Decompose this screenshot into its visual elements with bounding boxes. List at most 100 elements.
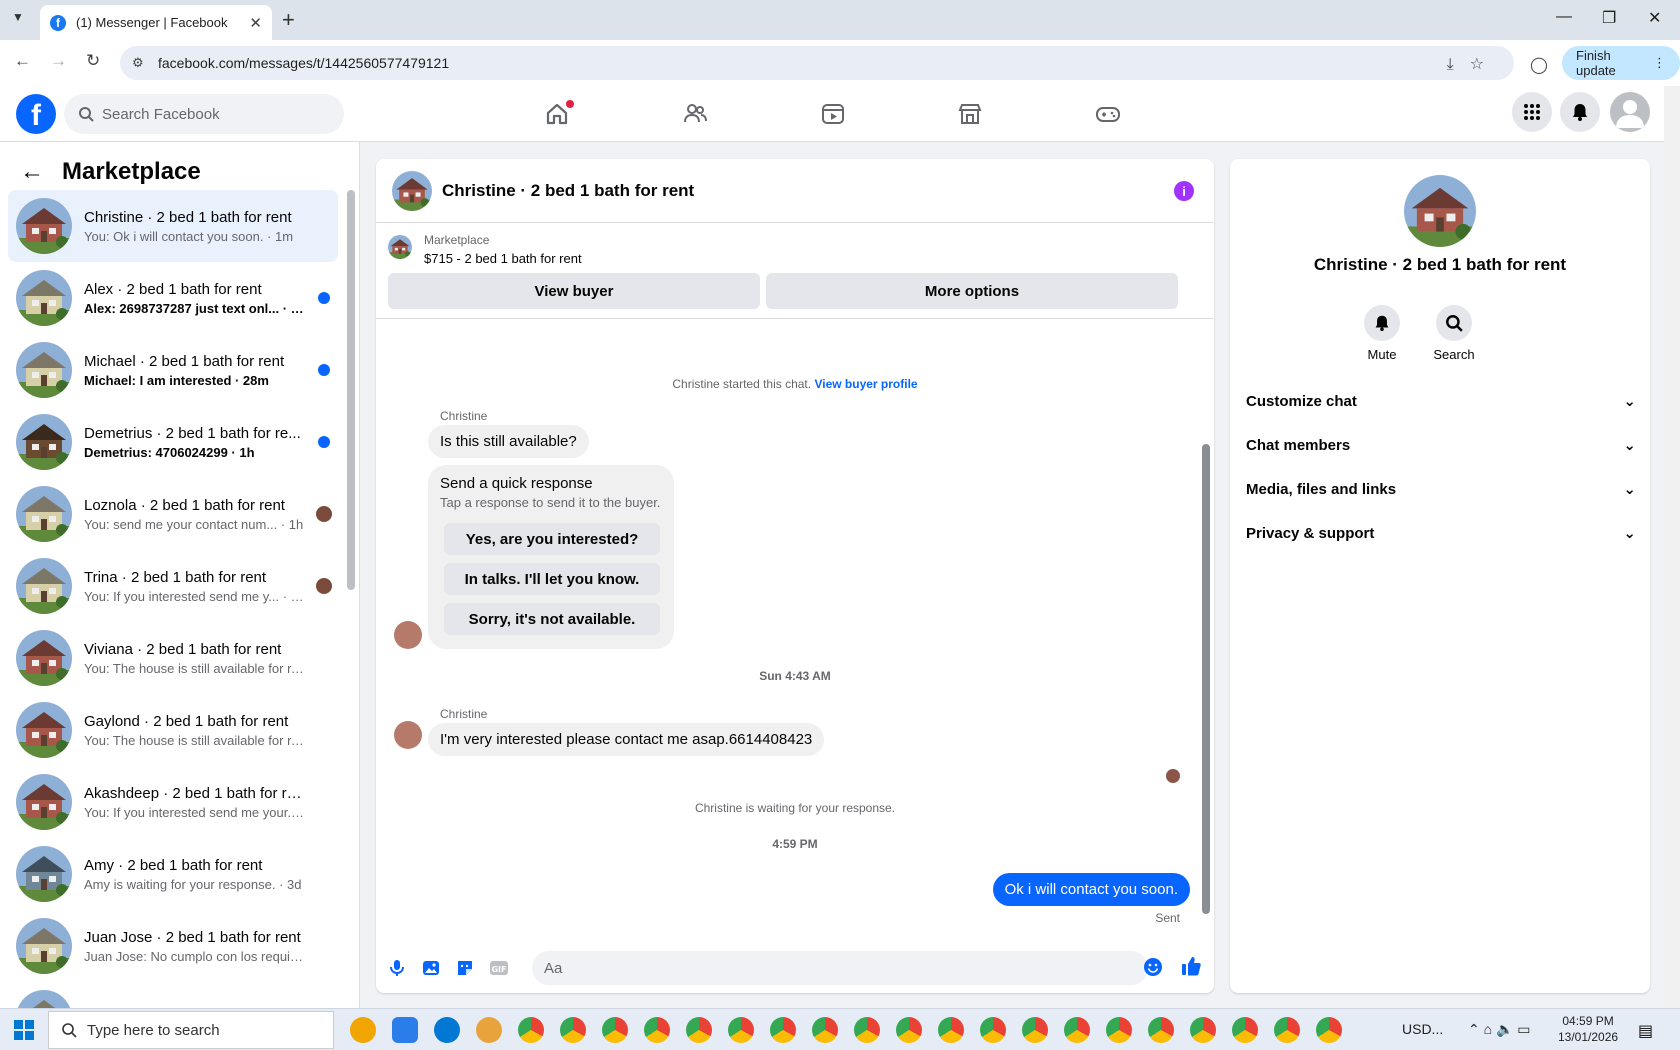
chrome-window-icon[interactable] [644, 1017, 670, 1043]
chrome-window-icon[interactable] [1064, 1017, 1090, 1043]
window-close-icon[interactable]: ✕ [1648, 8, 1661, 28]
conversation-item[interactable]: Michael · 2 bed 1 bath for rent Michael: … [8, 334, 338, 406]
kebab-menu-icon[interactable]: ⋮ [1653, 55, 1666, 71]
conversation-item[interactable]: Trina · 2 bed 1 bath for rent You: If you… [8, 550, 338, 622]
install-and-bookmark-icons[interactable]: ⤓☆ [1447, 54, 1500, 74]
conversation-item[interactable]: Gaylond · 2 bed 1 bath for rent You: The … [8, 694, 338, 766]
account-avatar[interactable] [1610, 92, 1650, 132]
friends-icon[interactable] [681, 100, 709, 128]
conversation-item[interactable]: Alex · 2 bed 1 bath for rent Alex: 269873… [8, 262, 338, 334]
facebook-search-input[interactable]: Search Facebook [64, 94, 344, 134]
gif-icon[interactable]: GIF [488, 957, 510, 979]
notification-center-icon[interactable]: ▤ [1638, 1021, 1653, 1041]
mute-button[interactable]: Mute [1352, 305, 1412, 362]
chrome-window-icon[interactable] [728, 1017, 754, 1043]
conversation-item[interactable]: Demetrius · 2 bed 1 bath for re... Demetr… [8, 406, 338, 478]
chrome-window-icon[interactable] [938, 1017, 964, 1043]
customize-chat-row[interactable]: Customize chat ⌄ [1246, 381, 1636, 421]
chrome-window-icon[interactable] [1190, 1017, 1216, 1043]
chrome-window-icon[interactable] [686, 1017, 712, 1043]
taskbar-clock[interactable]: 04:59 PM 13/01/2026 [1558, 1013, 1618, 1045]
back-arrow-icon[interactable]: ← [20, 158, 44, 186]
tab-close-icon[interactable]: ✕ [249, 14, 262, 32]
back-arrow-icon[interactable]: ← [14, 51, 31, 71]
address-bar[interactable]: ⚙ facebook.com/messages/t/14425605774791… [120, 46, 1514, 80]
chrome-window-icon[interactable] [770, 1017, 796, 1043]
new-tab-plus-icon[interactable]: + [282, 9, 295, 31]
more-options-button[interactable]: More options [766, 273, 1178, 309]
chrome-window-icon[interactable] [1106, 1017, 1132, 1043]
mute-label: Mute [1367, 347, 1397, 362]
outgoing-message[interactable]: Ok i will contact you soon. [992, 873, 1190, 906]
gaming-icon[interactable] [1094, 100, 1122, 128]
chrome-window-icon[interactable] [980, 1017, 1006, 1043]
page-scrollbar[interactable] [1664, 86, 1680, 1008]
photo-icon[interactable] [420, 957, 442, 979]
forward-arrow-icon[interactable]: → [50, 51, 67, 71]
view-buyer-button[interactable]: View buyer [388, 273, 760, 309]
quick-response-yes[interactable]: Yes, are you interested? [444, 523, 660, 555]
incoming-message[interactable]: Is this still available? [428, 425, 589, 458]
chrome-window-icon[interactable] [518, 1017, 544, 1043]
sender-avatar[interactable] [394, 621, 422, 649]
conversation-item[interactable]: Loznola · 2 bed 1 bath for rent You: send… [8, 478, 338, 550]
quick-response-sorry[interactable]: Sorry, it's not available. [444, 603, 660, 635]
video-icon[interactable] [819, 100, 847, 128]
thumbs-up-icon[interactable] [1180, 955, 1202, 977]
edge-icon[interactable] [434, 1017, 460, 1043]
sender-avatar[interactable] [394, 721, 422, 749]
chrome-window-icon[interactable] [1274, 1017, 1300, 1043]
chat-title[interactable]: Christine · 2 bed 1 bath for rent [442, 181, 694, 201]
browser-tab[interactable]: f (1) Messenger | Facebook ✕ [40, 5, 272, 40]
tray-currency[interactable]: USD... [1402, 1021, 1443, 1037]
message-input[interactable]: Aa [532, 951, 1148, 985]
search-in-chat-button[interactable]: Search [1424, 305, 1484, 362]
conversation-item[interactable]: Juan Jose · 2 bed 1 bath for rent Juan Jo… [8, 910, 338, 982]
microphone-icon[interactable] [386, 957, 408, 979]
incoming-message[interactable]: I'm very interested please contact me as… [428, 723, 825, 756]
site-settings-icon[interactable]: ⚙ [132, 55, 144, 71]
chrome-window-icon[interactable] [560, 1017, 586, 1043]
sticker-icon[interactable] [454, 957, 476, 979]
tab-search-chevron-icon[interactable]: ▼ [12, 10, 24, 24]
profile-icon[interactable]: ◯ [1530, 55, 1548, 75]
task-view-icon[interactable] [350, 1017, 376, 1043]
chat-scrollbar[interactable] [1202, 444, 1210, 914]
quick-response-in-talks[interactable]: In talks. I'll let you know. [444, 563, 660, 595]
chrome-window-icon[interactable] [812, 1017, 838, 1043]
copilot-icon[interactable] [392, 1017, 418, 1043]
chat-thumbnail[interactable] [392, 170, 432, 211]
conversation-item[interactable]: Akashdeep · 2 bed 1 bath for rent You: If… [8, 766, 338, 838]
windows-start-icon[interactable] [14, 1020, 34, 1040]
contact-thumbnail[interactable] [1404, 175, 1476, 247]
media-files-links-row[interactable]: Media, files and links ⌄ [1246, 469, 1636, 509]
reload-icon[interactable]: ↻ [86, 51, 100, 71]
mail-icon[interactable] [476, 1017, 502, 1043]
marketplace-icon[interactable] [956, 100, 984, 128]
minimize-icon[interactable]: — [1556, 8, 1572, 26]
conversation-item[interactable]: Viviana · 2 bed 1 bath for rent You: The … [8, 622, 338, 694]
taskbar-search-input[interactable]: Type here to search [48, 1011, 334, 1049]
chrome-window-icon[interactable] [602, 1017, 628, 1043]
conversation-item[interactable]: Christine · 2 bed 1 bath for rent You: Ok… [8, 190, 338, 262]
emoji-icon[interactable] [1142, 956, 1164, 978]
restore-icon[interactable]: ❐ [1602, 8, 1616, 28]
conversation-item[interactable]: Amy · 2 bed 1 bath for rent Amy is waitin… [8, 838, 338, 910]
chrome-window-icon[interactable] [1022, 1017, 1048, 1043]
facebook-logo-icon[interactable]: f [16, 94, 56, 134]
chrome-window-icon[interactable] [1316, 1017, 1342, 1043]
notifications-bell-icon[interactable] [1560, 92, 1600, 132]
chrome-window-icon[interactable] [854, 1017, 880, 1043]
chat-members-row[interactable]: Chat members ⌄ [1246, 425, 1636, 465]
finish-update-button[interactable]: Finish update ⋮ [1562, 46, 1680, 80]
view-buyer-profile-link[interactable]: View buyer profile [814, 377, 917, 391]
info-icon[interactable]: i [1174, 181, 1194, 201]
tray-icons[interactable]: ⌃ ⌂ 🔈 ▭ [1468, 1021, 1531, 1038]
chrome-window-icon[interactable] [1148, 1017, 1174, 1043]
privacy-support-row[interactable]: Privacy & support ⌄ [1246, 513, 1636, 553]
chrome-window-icon[interactable] [896, 1017, 922, 1043]
list-scrollbar[interactable] [347, 190, 355, 590]
menu-grid-icon[interactable] [1512, 92, 1552, 132]
conversation-item[interactable]: Amauris · 2 bed 1 bath for rent [8, 982, 338, 1008]
chrome-window-icon[interactable] [1232, 1017, 1258, 1043]
